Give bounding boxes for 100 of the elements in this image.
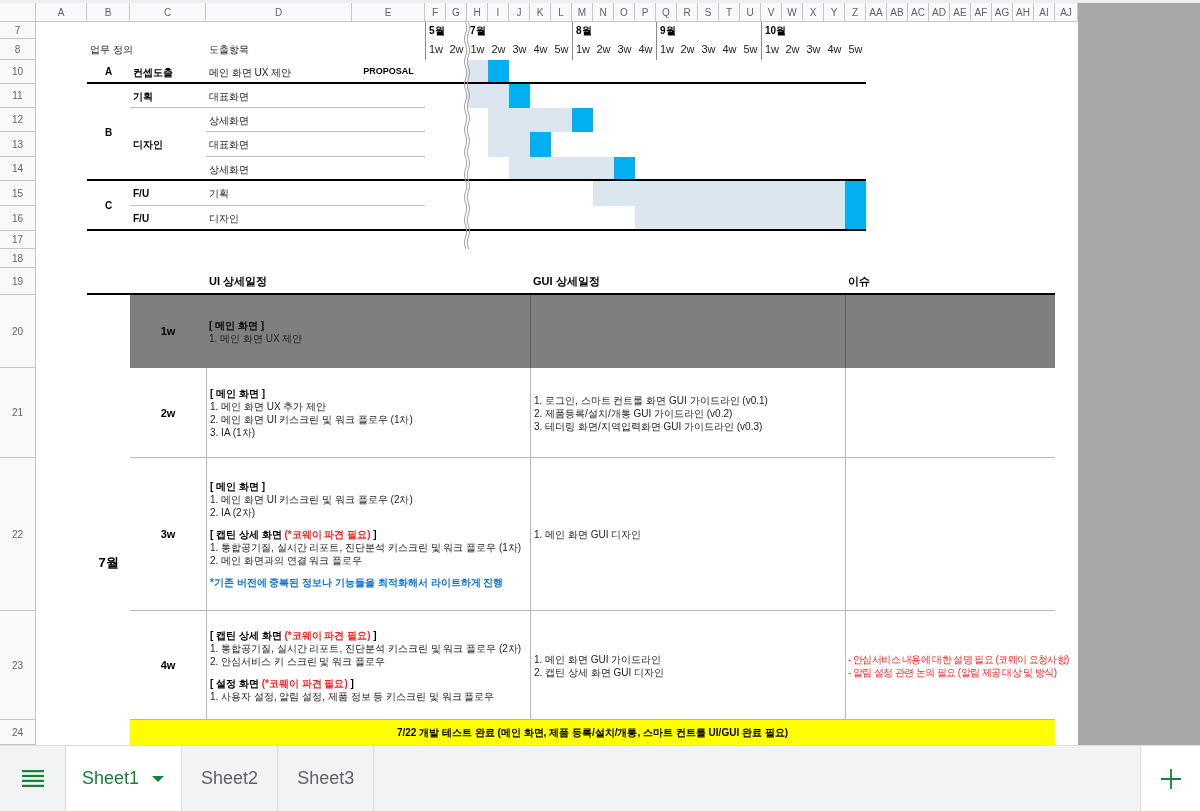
due-week-block — [488, 60, 509, 84]
task-heading: [ 메인 화면 ] — [209, 318, 264, 332]
due-week-block — [572, 108, 593, 132]
due-week-block — [509, 84, 530, 108]
column-header[interactable]: AC — [908, 3, 929, 22]
select-all-corner[interactable] — [0, 3, 36, 22]
column-header[interactable]: O — [614, 3, 635, 22]
row-header[interactable]: 20 — [0, 295, 36, 368]
task-item: 1. 통합공기질, 실시간 리포트, 진단분석 키스크린 및 워크 플로우 (1차) — [210, 541, 522, 554]
column-title: 도출항목 — [209, 43, 249, 57]
phase-label: 디자인 — [133, 138, 163, 152]
month-label: 9월 — [660, 25, 676, 36]
task-item: 1. 메인 화면 UX 추가 제안 — [210, 400, 327, 413]
gui-task-item: 1. 로그인, 스마트 컨트롤 화면 GUI 가이드라인 (v0.1) — [534, 393, 768, 407]
task-heading: [ 메인 화면 ] — [210, 387, 265, 400]
row-header[interactable]: 8 — [0, 39, 36, 60]
gui-task-item: 3. 테더링 화면/지역입력화면 GUI 가이드라인 (v0.3) — [534, 419, 763, 433]
row-header[interactable]: 18 — [0, 249, 36, 268]
week-label: 1w — [470, 44, 485, 55]
row-header[interactable]: 17 — [0, 231, 36, 249]
phase-label: F/U — [133, 187, 150, 201]
row-header[interactable]: 11 — [0, 84, 36, 108]
group-label: C — [104, 201, 113, 211]
column-header[interactable]: F — [425, 3, 446, 22]
column-header[interactable]: W — [782, 3, 803, 22]
column-header[interactable]: AA — [866, 3, 887, 22]
column-header[interactable]: J — [509, 3, 530, 22]
column-title: 업무 정의 — [90, 43, 133, 57]
task-item: 3. IA (1차) — [210, 426, 255, 439]
column-header[interactable]: S — [698, 3, 719, 22]
column-header[interactable]: B — [87, 3, 130, 22]
row-header[interactable]: 23 — [0, 611, 36, 720]
week-label: 2w — [160, 405, 176, 421]
column-header[interactable]: D — [206, 3, 352, 22]
week-label: 1w — [659, 44, 675, 55]
column-header[interactable]: V — [761, 3, 782, 22]
task-item: 1. 통합공기질, 실시간 리포트, 진단분석 키스크린 및 워크 플로우 (2차) — [210, 641, 522, 655]
week-label: 4w — [160, 658, 176, 674]
column-header[interactable]: I — [488, 3, 509, 22]
column-header[interactable]: AJ — [1055, 3, 1078, 22]
row-header[interactable]: 21 — [0, 368, 36, 458]
gui-task-item: 1. 메인 화면 GUI 디자인 — [534, 528, 642, 541]
add-sheet-button[interactable] — [1140, 746, 1200, 811]
column-header[interactable]: AB — [887, 3, 908, 22]
row-header[interactable]: 19 — [0, 268, 36, 295]
week-label: 2w — [449, 44, 464, 55]
column-header[interactable]: U — [740, 3, 761, 22]
week-label: 1w — [428, 44, 444, 55]
column-header[interactable]: M — [572, 3, 593, 22]
column-header[interactable]: P — [635, 3, 656, 22]
column-header[interactable]: AH — [1013, 3, 1034, 22]
column-header[interactable]: AF — [971, 3, 992, 22]
task-heading: [ 설정 화면 (*코웨이 파견 필요) ] — [210, 676, 354, 690]
column-header[interactable]: T — [719, 3, 740, 22]
month-label: 7월 — [98, 553, 119, 572]
sheet-tab[interactable]: Sheet2 — [181, 746, 279, 811]
column-header[interactable]: N — [593, 3, 614, 22]
week-label: 1w — [764, 44, 780, 55]
row-header[interactable]: 7 — [0, 22, 36, 39]
column-header[interactable]: AI — [1034, 3, 1055, 22]
task-heading: [ 캡틴 상세 화면 (*코웨이 파견 필요) ] — [210, 528, 377, 541]
week-label: 4w — [827, 44, 842, 55]
column-header[interactable]: L — [551, 3, 572, 22]
column-header[interactable]: Z — [845, 3, 866, 22]
week-label: 2w — [785, 44, 800, 55]
due-week-block — [530, 132, 551, 157]
row-header[interactable]: 22 — [0, 458, 36, 611]
column-header[interactable]: E — [352, 3, 425, 22]
plus-icon — [1160, 768, 1181, 789]
week-label: 3w — [512, 44, 527, 55]
sheet-tab[interactable]: Sheet3 — [277, 746, 375, 811]
section-heading: 이슈 — [848, 274, 870, 290]
group-label: B — [104, 127, 113, 138]
column-header[interactable]: X — [803, 3, 824, 22]
menu-icon — [22, 770, 44, 787]
week-label: 4w — [533, 44, 548, 55]
row-header[interactable]: 13 — [0, 132, 36, 157]
row-header[interactable]: 24 — [0, 720, 36, 745]
column-header[interactable]: AE — [950, 3, 971, 22]
week-label: 2w — [596, 44, 611, 55]
column-header[interactable]: Y — [824, 3, 845, 22]
column-header[interactable]: G — [446, 3, 467, 22]
column-header[interactable]: H — [467, 3, 488, 22]
column-header[interactable]: AD — [929, 3, 950, 22]
column-header[interactable]: A — [36, 3, 87, 22]
column-header[interactable]: K — [530, 3, 551, 22]
column-header[interactable]: R — [677, 3, 698, 22]
row-header[interactable]: 14 — [0, 157, 36, 181]
row-header[interactable]: 16 — [0, 206, 36, 231]
month-label: 10월 — [765, 25, 787, 36]
week-label: 3w — [160, 527, 176, 543]
task-item: 2. IA (2차) — [210, 506, 255, 519]
row-header[interactable]: 12 — [0, 108, 36, 132]
sheet-tab[interactable]: Sheet1 — [65, 746, 183, 811]
row-header[interactable]: 10 — [0, 60, 36, 84]
row-header[interactable]: 15 — [0, 181, 36, 206]
column-header[interactable]: C — [130, 3, 206, 22]
week-label: 4w — [722, 44, 737, 55]
column-header[interactable]: Q — [656, 3, 677, 22]
column-header[interactable]: AG — [992, 3, 1013, 22]
